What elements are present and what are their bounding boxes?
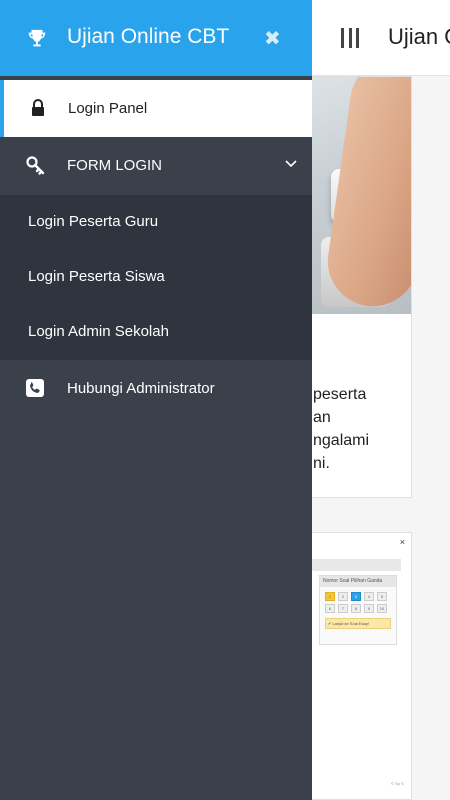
nav-item-form-login[interactable]: FORM LOGIN — [0, 137, 312, 195]
submenu-item-login-admin[interactable]: Login Admin Sekolah — [0, 305, 312, 360]
nav-item-label: Login Panel — [68, 100, 148, 117]
info-line: ni. — [313, 455, 330, 472]
lock-icon — [32, 99, 44, 116]
screenshot-card: × Nomor Soal Pilihan Ganda 1 2 3 4 5 6 7… — [300, 532, 412, 800]
mini-footer: © Sp S — [391, 781, 404, 786]
submenu-item-label: Login Admin Sekolah — [28, 323, 169, 340]
info-line: peserta — [313, 386, 367, 403]
number-cell: 1 — [325, 592, 335, 601]
phone-icon — [26, 379, 44, 397]
submenu-item-login-siswa[interactable]: Login Peserta Siswa — [0, 250, 312, 305]
submenu-item-label: Login Peserta Guru — [28, 213, 159, 230]
info-line: ngalami — [313, 432, 370, 449]
info-card: peserta an ngalami ni. — [300, 76, 412, 498]
number-cell: 10 — [377, 604, 387, 613]
number-cell: 9 — [364, 604, 374, 613]
form-login-submenu: Login Peserta Guru Login Peserta Siswa L… — [0, 195, 312, 360]
menu-icon[interactable] — [341, 28, 359, 48]
info-line: an — [313, 409, 331, 426]
page-title: Ujian O — [388, 24, 450, 49]
chevron-down-icon[interactable] — [285, 159, 297, 169]
number-cell: 7 — [338, 604, 348, 613]
key-icon — [26, 156, 45, 175]
info-card-text: peserta an ngalami ni. — [313, 383, 411, 475]
panel-title: Nomor Soal Pilihan Ganda — [320, 576, 396, 587]
number-cell: 2 — [338, 592, 348, 601]
trophy-icon — [28, 29, 46, 47]
nav-item-hubungi-administrator[interactable]: Hubungi Administrator — [0, 361, 312, 417]
number-cell: 3 — [351, 592, 361, 601]
navigation-drawer: Ujian Online CBT ✖ Login Panel FORM LOGI… — [0, 0, 312, 800]
number-cell: 8 — [351, 604, 361, 613]
app-title: Ujian Online CBT — [67, 25, 230, 48]
number-grid: 1 2 3 4 5 6 7 8 9 10 — [320, 587, 396, 616]
keyboard-photo — [301, 77, 411, 314]
question-number-panel: Nomor Soal Pilihan Ganda 1 2 3 4 5 6 7 8… — [319, 575, 397, 645]
number-cell: 6 — [325, 604, 335, 613]
submenu-item-label: Login Peserta Siswa — [28, 268, 165, 285]
nav-item-login-panel[interactable]: Login Panel — [0, 80, 312, 137]
nav-item-label: Hubungi Administrator — [67, 380, 215, 397]
mini-toolbar — [301, 559, 401, 571]
number-cell: 4 — [364, 592, 374, 601]
nav-item-label: FORM LOGIN — [67, 157, 163, 174]
drawer-header: Ujian Online CBT ✖ — [0, 0, 312, 76]
number-cell: 5 — [377, 592, 387, 601]
continue-note: ✔ Lanjut ke Soal Esay! — [325, 618, 391, 629]
close-icon[interactable]: ✖ — [264, 26, 281, 51]
submenu-item-login-guru[interactable]: Login Peserta Guru — [0, 195, 312, 250]
close-icon: × — [399, 537, 405, 547]
